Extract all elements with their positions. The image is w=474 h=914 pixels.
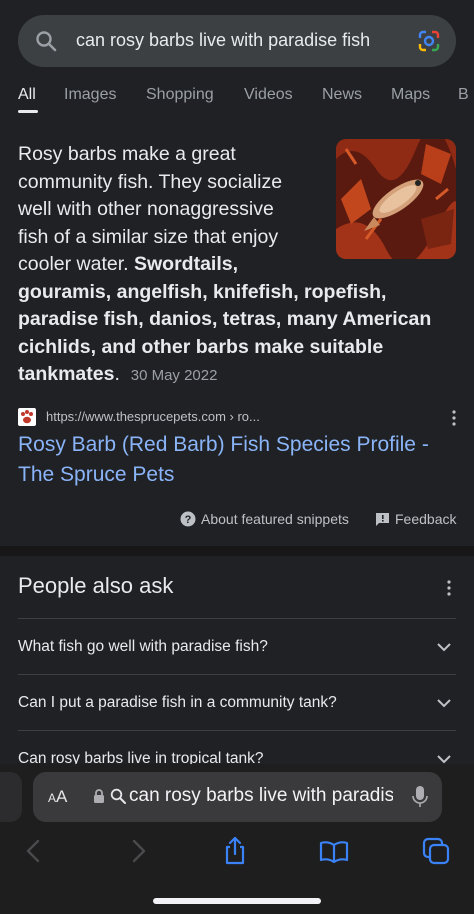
microphone-icon[interactable] [412, 785, 428, 809]
paa-question[interactable]: Can I put a paradise fish in a community… [18, 674, 456, 730]
search-tabs: All Images Shopping Videos News Maps B [18, 86, 474, 112]
search-icon[interactable] [34, 29, 58, 53]
people-also-ask-heading: People also ask [18, 573, 174, 598]
safari-toolbar [0, 836, 474, 872]
result-url[interactable]: https://www.thesprucepets.com › ro... [46, 409, 260, 424]
about-featured-snippets-link[interactable]: About featured snippets [201, 511, 349, 527]
search-icon [110, 788, 126, 804]
tabs-icon[interactable] [421, 836, 451, 866]
chevron-down-icon[interactable] [436, 695, 452, 711]
tab-maps[interactable]: Maps [391, 86, 430, 104]
forward-icon[interactable] [122, 836, 152, 866]
home-indicator[interactable] [153, 898, 321, 904]
result-source[interactable]: https://www.thesprucepets.com › ro... [18, 407, 458, 429]
tab-all[interactable]: All [18, 86, 36, 104]
paa-question[interactable]: What fish go well with paradise fish? [18, 618, 456, 674]
google-lens-icon[interactable] [416, 28, 442, 54]
address-text[interactable]: can rosy barbs live with paradise fish [129, 785, 393, 807]
tab-videos[interactable]: Videos [244, 86, 293, 104]
section-divider [0, 546, 474, 556]
feedback-link[interactable]: Feedback [395, 511, 456, 527]
tab-books[interactable]: B [458, 86, 469, 104]
tab-news[interactable]: News [322, 86, 362, 104]
search-bar[interactable]: can rosy barbs live with paradise fish [18, 15, 456, 67]
chevron-down-icon[interactable] [436, 639, 452, 655]
tab-shopping[interactable]: Shopping [146, 86, 214, 104]
share-icon[interactable] [220, 836, 250, 866]
snippet-date: 30 May 2022 [130, 367, 218, 384]
reader-text-size-button[interactable]: AA [48, 787, 67, 807]
svg-text:?: ? [185, 514, 192, 526]
back-icon[interactable] [20, 836, 50, 866]
active-tab-indicator [18, 110, 38, 113]
snippet-footer: ? About featured snippets Feedback [180, 510, 460, 530]
help-icon[interactable]: ? [180, 511, 196, 527]
result-title-link[interactable]: Rosy Barb (Red Barb) Fish Species Profil… [18, 430, 458, 490]
previous-tab-preview[interactable] [0, 772, 22, 822]
paa-more-options-icon[interactable] [445, 578, 453, 598]
spruce-pets-favicon-icon [18, 408, 36, 426]
feedback-icon[interactable] [375, 512, 390, 527]
lock-icon [94, 789, 104, 803]
address-bar[interactable]: AA can rosy barbs live with paradise fis… [33, 772, 442, 822]
more-options-icon[interactable] [450, 409, 458, 427]
tab-images[interactable]: Images [64, 86, 116, 104]
search-query[interactable]: can rosy barbs live with paradise fish [76, 30, 370, 51]
fish-thumbnail-image[interactable] [336, 139, 456, 259]
bookmarks-icon[interactable] [319, 836, 349, 866]
